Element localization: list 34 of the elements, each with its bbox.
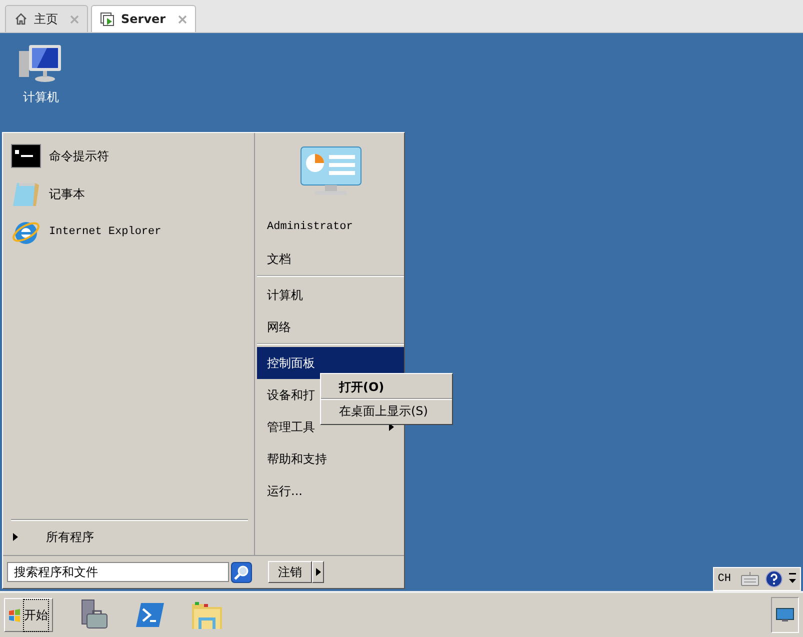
window-play-icon — [100, 12, 115, 26]
terminal-icon — [11, 144, 41, 168]
search-field[interactable]: 搜索程序和文件 — [7, 562, 229, 582]
notepad-icon — [11, 180, 41, 208]
help-icon[interactable] — [765, 570, 783, 588]
monitor-icon[interactable] — [776, 608, 794, 622]
keyboard-icon[interactable] — [741, 572, 759, 586]
menu-item[interactable]: 运行... — [257, 475, 404, 507]
menu-item[interactable]: 计算机 — [257, 279, 404, 311]
menu-item[interactable]: 网络 — [257, 311, 404, 345]
desktop-icon-label[interactable]: 计算机 — [23, 89, 59, 106]
minimize-icon[interactable] — [789, 573, 796, 585]
program-item[interactable]: 命令提示符 — [11, 141, 248, 171]
menu-item[interactable]: 文档 — [257, 243, 404, 277]
tab[interactable]: Server — [91, 5, 196, 32]
language-indicator[interactable]: CH — [718, 573, 735, 585]
start-button[interactable]: 开始 — [4, 598, 53, 632]
triangle-right-icon — [316, 568, 320, 576]
menu-item[interactable]: 帮助和支持 — [257, 443, 404, 475]
control-panel-icon — [298, 145, 362, 197]
search-icon[interactable] — [231, 562, 252, 582]
windows-flag-icon — [8, 608, 21, 622]
powershell-icon[interactable] — [135, 602, 165, 628]
tab[interactable]: 主页 — [5, 5, 88, 32]
context-menu-item[interactable]: 打开(O) — [321, 376, 452, 398]
program-item[interactable]: Internet Explorer — [11, 217, 248, 247]
log-off-button[interactable]: 注销 — [268, 561, 312, 583]
home-icon — [14, 12, 28, 26]
all-programs-item[interactable]: 所有程序 — [11, 525, 248, 549]
context-menu-item[interactable]: 在桌面上显示(S) — [321, 400, 452, 422]
triangle-right-icon — [13, 533, 18, 541]
user-name[interactable]: Administrator — [257, 211, 404, 243]
options-button[interactable] — [312, 561, 324, 583]
program-item[interactable]: 记事本 — [11, 179, 248, 209]
